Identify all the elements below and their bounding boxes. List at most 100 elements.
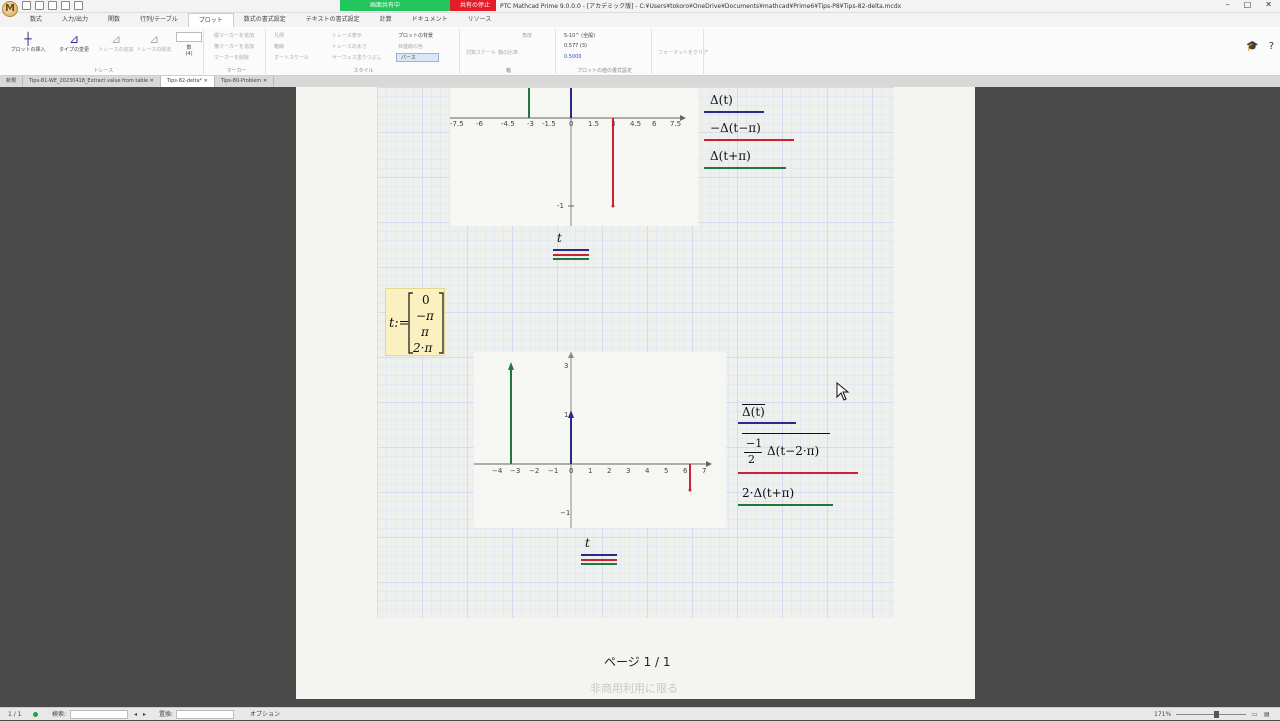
search-next-icon[interactable]: ▸ <box>143 708 146 721</box>
tab-calculation[interactable]: 計算 <box>370 13 402 27</box>
tab-matrices[interactable]: 行列/テーブル <box>130 13 188 27</box>
plot-1-legend-neg-delta[interactable]: −Δ(t−π) <box>710 121 761 135</box>
insert-plot-button[interactable]: ┼ プロットの挿入 <box>8 32 48 53</box>
redo-icon[interactable] <box>74 1 83 10</box>
doc-tab-new[interactable]: 新規 <box>0 76 24 87</box>
view-mode-icon[interactable]: ▭ <box>1252 708 1258 721</box>
search-prev-icon[interactable]: ◂ <box>134 708 137 721</box>
plot-1-x-tick: 3 <box>611 120 615 128</box>
maximize-icon[interactable]: □ <box>1244 0 1252 9</box>
plot-1-point-red <box>611 204 615 208</box>
plot-2-legend-overline <box>742 433 830 434</box>
add-vertical-marker[interactable]: 縦マーカーを追加 <box>214 32 254 39</box>
precision-stepper[interactable]: 0.577 (3) <box>564 43 587 49</box>
plot-1-x-variable[interactable]: t <box>557 231 562 245</box>
plot-background-dropdown[interactable]: プロットの背景 <box>398 32 433 39</box>
options-dropdown[interactable]: オプション <box>250 708 280 721</box>
log-scale-button[interactable]: 対数スケール <box>466 49 496 56</box>
replace-input[interactable] <box>176 710 234 719</box>
trace-count[interactable]: 数 (4) <box>176 32 202 57</box>
plot-type-icon: ⊿ <box>68 32 80 46</box>
zoom-slider[interactable] <box>1176 714 1246 715</box>
perspective-button[interactable]: パース <box>396 53 439 62</box>
page-view-icon[interactable]: ▤ <box>1264 708 1270 721</box>
plot-2-trace-two-delta-arrow <box>508 362 514 370</box>
threshold-value[interactable]: 0.5000 <box>564 54 582 60</box>
angle-button[interactable]: 角度 <box>522 32 532 39</box>
plot-1-legend-delta[interactable]: Δ(t) <box>710 93 733 107</box>
tab-documents[interactable]: ドキュメント <box>402 13 458 27</box>
remove-marker[interactable]: マーカーを削除 <box>214 54 249 61</box>
help-icon[interactable]: ? <box>1269 41 1274 52</box>
tab-text-format[interactable]: テキストの書式設定 <box>296 13 370 27</box>
ribbon-tabs: 数式 入力/出力 関数 行列/テーブル プロット 数式の書式設定 テキストの書式… <box>0 13 1280 27</box>
plot-1-x-tick: 6 <box>652 120 657 128</box>
save-icon[interactable] <box>48 1 57 10</box>
search-input[interactable] <box>70 710 128 719</box>
trace-show-dropdown[interactable]: トレース表示 <box>332 32 362 39</box>
legend-toggle[interactable]: 凡例 <box>274 32 284 39</box>
plot-2-legend-half-delta[interactable]: Δ(t−2·π) <box>767 444 819 458</box>
matrix-element: 2·π <box>413 341 433 355</box>
axis-line-toggle[interactable]: 軸線 <box>274 43 284 50</box>
plot-2-legend-line-red <box>738 472 858 474</box>
add-horizontal-marker[interactable]: 横マーカーを追加 <box>214 43 254 50</box>
trace-thickness-dropdown[interactable]: トレースの太さ <box>332 43 367 50</box>
tab-math-format[interactable]: 数式の書式設定 <box>234 13 296 27</box>
tab-math[interactable]: 数式 <box>20 13 52 27</box>
plot-1-x-line-green <box>553 258 589 260</box>
stop-share-button[interactable]: 共有の停止 <box>450 0 496 11</box>
doc-tab-tips-81[interactable]: Tips-81-WE_20230418_Extract value from t… <box>23 76 161 87</box>
graduation-cap-icon[interactable]: 🎓 <box>1246 41 1258 52</box>
close-icon[interactable]: ✕ <box>1265 0 1272 9</box>
plot-2[interactable]: −4 −3 −2 −1 0 1 2 3 4 5 6 7 3 1 −1 <box>474 352 726 528</box>
tab-resources[interactable]: リソース <box>458 13 502 27</box>
plot-1-legend-delta-plus[interactable]: Δ(t+π) <box>710 149 751 163</box>
plot-2-y-tick-label: −1 <box>560 509 570 517</box>
title-bar: 画面共有中 共有の停止 PTC Mathcad Prime 9.0.0.0 - … <box>0 0 1280 13</box>
plot-2-svg: −4 −3 −2 −1 0 1 2 3 4 5 6 7 3 1 −1 <box>474 352 712 528</box>
plot-2-x-tick: 0 <box>569 467 573 475</box>
tab-functions[interactable]: 関数 <box>98 13 130 27</box>
delete-trace-button[interactable]: ⊿ トレースの除去 <box>136 32 172 53</box>
clear-format-button[interactable]: フォーマットをクリア <box>658 49 708 56</box>
plot-2-x-variable[interactable]: t <box>585 536 590 550</box>
equal-axes-button[interactable]: 軸の比率 <box>498 49 518 56</box>
status-bar: 1 / 1 検索: ◂ ▸ 置換: オプション 171% ▭ ▤ <box>0 707 1280 720</box>
zoom-slider-handle[interactable] <box>1214 711 1219 718</box>
undo-icon[interactable] <box>61 1 70 10</box>
number-format-dropdown[interactable]: 5-10^ (全般) <box>564 32 595 39</box>
doc-tab-tips-82[interactable]: Tips-82-delta* ✕ <box>160 76 215 87</box>
plot-2-x-tick: 7 <box>702 467 706 475</box>
screen-share-indicator: 画面共有中 <box>340 0 450 11</box>
auto-scale-toggle[interactable]: オートスケール <box>274 54 309 61</box>
plot-2-legend-line-blue <box>738 422 796 424</box>
plot-2-x-tick: 5 <box>664 467 668 475</box>
plot-2-legend-two-delta[interactable]: 2·Δ(t+π) <box>742 486 794 500</box>
plot-2-y-tick-label: 1 <box>564 411 568 419</box>
new-icon[interactable] <box>22 1 31 10</box>
grid-line-color[interactable]: 目盛線の色 <box>398 43 423 50</box>
plot-1-x-tick: -6 <box>476 120 484 128</box>
zoom-level: 171% <box>1154 711 1172 718</box>
plot-1[interactable]: -7.5 -6 -4.5 -3 -1.5 0 1.5 3 4.5 6 7.5 -… <box>450 88 698 226</box>
minimize-icon[interactable]: – <box>1226 0 1230 9</box>
plot-2-x-tick: −4 <box>492 467 503 475</box>
add-trace-button[interactable]: ⊿ トレースの追加 <box>98 32 134 53</box>
mathcad-logo-icon[interactable]: M <box>2 1 18 17</box>
tab-io[interactable]: 入力/出力 <box>52 13 98 27</box>
document-tabs: 新規 Tips-81-WE_20230418_Extract value fro… <box>0 76 1280 87</box>
plot-2-x-tick: 6 <box>683 467 688 475</box>
style-group: 凡例 軸線 オートスケール トレース表示 トレースの太さ サーフェス塗りつぶし … <box>268 29 460 74</box>
marker-group: 縦マーカーを追加 横マーカーを追加 マーカーを削除 マーカー <box>208 29 266 74</box>
window-title: PTC Mathcad Prime 9.0.0.0 - [アカデミック版] - … <box>500 3 902 10</box>
plot-2-legend-delta[interactable]: Δ(t) <box>742 404 765 419</box>
doc-tab-tips-80[interactable]: Tips-80-Problem ✕ <box>215 76 275 87</box>
replace-label: 置換: <box>159 711 174 718</box>
tab-plots[interactable]: プロット <box>187 13 234 27</box>
plot-1-x-tick: -4.5 <box>501 120 515 128</box>
surface-fill-dropdown[interactable]: サーフェス塗りつぶし <box>332 54 382 61</box>
change-type-button[interactable]: ⊿ タイプの変更 <box>54 32 94 53</box>
trace-count-field[interactable] <box>176 32 202 42</box>
open-icon[interactable] <box>35 1 44 10</box>
